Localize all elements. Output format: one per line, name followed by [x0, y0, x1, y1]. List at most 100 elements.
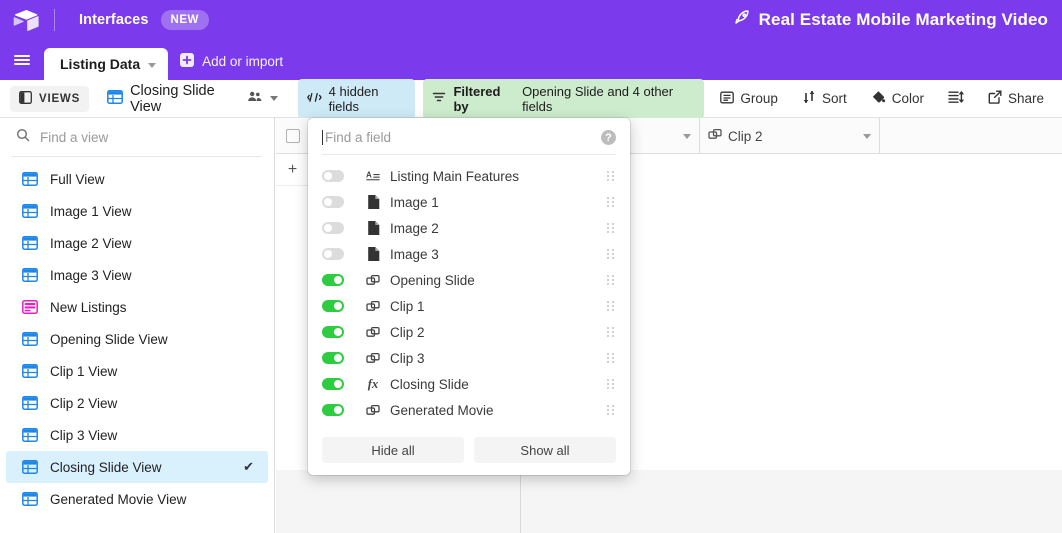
- grid-view-icon: [22, 267, 38, 283]
- drag-handle-icon[interactable]: [607, 353, 616, 363]
- field-row[interactable]: Opening Slide: [308, 267, 630, 293]
- sidebar-item-closing-slide-view[interactable]: Closing Slide View ✔: [6, 451, 268, 483]
- sidebar-item-image-2-view[interactable]: Image 2 View: [6, 227, 268, 259]
- drag-handle-icon[interactable]: [607, 249, 616, 259]
- sidebar-item-image-3-view[interactable]: Image 3 View: [6, 259, 268, 291]
- sidebar-item-label: Generated Movie View: [50, 491, 187, 507]
- field-label: Clip 1: [390, 298, 425, 314]
- field-row[interactable]: fx Closing Slide: [308, 371, 630, 397]
- color-button[interactable]: Color: [863, 85, 932, 112]
- drag-handle-icon[interactable]: [607, 223, 616, 233]
- grid-view-icon: [22, 203, 38, 219]
- new-badge: NEW: [160, 10, 209, 30]
- field-visibility-toggle[interactable]: [322, 300, 344, 312]
- sidebar-item-opening-slide-view[interactable]: Opening Slide View: [6, 323, 268, 355]
- sidebar-item-clip-3-view[interactable]: Clip 3 View: [6, 419, 268, 451]
- view-name-label: Closing Slide View: [130, 82, 215, 115]
- chevron-down-icon[interactable]: [683, 133, 691, 139]
- tab-listing-data[interactable]: Listing Data: [44, 48, 169, 80]
- drag-handle-icon[interactable]: [607, 379, 616, 389]
- field-row[interactable]: Image 3: [308, 241, 630, 267]
- field-row[interactable]: A Listing Main Features: [308, 163, 630, 189]
- people-icon: [247, 90, 263, 107]
- grid-column-clip-2[interactable]: Clip 2: [700, 118, 880, 154]
- button-field-icon: [362, 404, 384, 417]
- field-visibility-toggle[interactable]: [322, 248, 344, 260]
- field-visibility-toggle[interactable]: [322, 196, 344, 208]
- sidebar-item-full-view[interactable]: Full View: [6, 163, 268, 195]
- field-row[interactable]: Clip 3: [308, 345, 630, 371]
- grid-view-icon: [22, 491, 38, 507]
- field-row[interactable]: Generated Movie: [308, 397, 630, 423]
- field-visibility-toggle[interactable]: [322, 378, 344, 390]
- field-row[interactable]: Clip 2: [308, 319, 630, 345]
- sidebar-item-clip-2-view[interactable]: Clip 2 View: [6, 387, 268, 419]
- find-field-input[interactable]: Find a field ?: [308, 130, 630, 154]
- add-row-button[interactable]: +: [276, 154, 310, 186]
- grid-divider: [520, 470, 521, 533]
- field-label: Listing Main Features: [390, 168, 520, 184]
- field-visibility-toggle[interactable]: [322, 170, 344, 182]
- sidebar-item-label: Image 2 View: [50, 235, 132, 251]
- drag-handle-icon[interactable]: [607, 197, 616, 207]
- view-list: Full View Image 1 View Image 2 View Image 3…: [0, 157, 274, 515]
- grid-view-icon: [107, 89, 124, 109]
- sort-button[interactable]: Sort: [794, 85, 855, 112]
- drag-handle-icon[interactable]: [607, 275, 616, 285]
- rocket-icon: [733, 9, 751, 32]
- share-button[interactable]: Share: [980, 85, 1052, 112]
- hide-all-button[interactable]: Hide all: [322, 437, 464, 463]
- show-all-button[interactable]: Show all: [474, 437, 616, 463]
- chevron-down-icon[interactable]: [148, 62, 157, 68]
- chevron-down-icon[interactable]: [863, 133, 871, 139]
- grid-column-label: Clip 2: [728, 128, 763, 144]
- drag-handle-icon[interactable]: [607, 405, 616, 415]
- field-row[interactable]: Clip 1: [308, 293, 630, 319]
- find-view-placeholder: Find a view: [40, 129, 109, 145]
- field-visibility-toggle[interactable]: [322, 326, 344, 338]
- help-circle-icon[interactable]: ?: [601, 130, 616, 145]
- sidebar-item-label: Clip 1 View: [50, 363, 118, 379]
- sidebar-item-new-listings[interactable]: New Listings: [6, 291, 268, 323]
- top-header-bar: Interfaces NEW Real Estate Mobile Market…: [0, 0, 1062, 40]
- group-label: Group: [740, 91, 778, 106]
- field-row[interactable]: Image 1: [308, 189, 630, 215]
- group-icon: [720, 91, 735, 107]
- find-view-input[interactable]: Find a view: [0, 118, 274, 156]
- hidden-fields-button[interactable]: 4 hidden fields: [297, 78, 416, 119]
- filter-button[interactable]: Filtered by Opening Slide and 4 other fi…: [423, 78, 705, 119]
- sidebar-item-label: Image 1 View: [50, 203, 132, 219]
- base-title: Real Estate Mobile Marketing Video: [733, 0, 1048, 40]
- select-all-checkbox[interactable]: [276, 118, 310, 154]
- toggle-knob: [334, 380, 342, 388]
- header-divider: [54, 9, 55, 31]
- airtable-logo-icon[interactable]: [12, 6, 40, 34]
- field-label: Generated Movie: [390, 402, 494, 418]
- sidebar-item-image-1-view[interactable]: Image 1 View: [6, 195, 268, 227]
- field-visibility-toggle[interactable]: [322, 222, 344, 234]
- current-view-button[interactable]: Closing Slide View: [107, 83, 278, 115]
- sort-arrows-icon: [802, 90, 816, 107]
- field-row[interactable]: Image 2: [308, 215, 630, 241]
- field-visibility-toggle[interactable]: [322, 274, 344, 286]
- views-toggle-button[interactable]: VIEWS: [10, 85, 90, 112]
- hamburger-icon[interactable]: [0, 40, 44, 80]
- sidebar-item-generated-movie-view[interactable]: Generated Movie View: [6, 483, 268, 515]
- toggle-knob: [324, 172, 332, 180]
- interfaces-link[interactable]: Interfaces: [79, 12, 149, 28]
- sidebar-item-clip-1-view[interactable]: Clip 1 View: [6, 355, 268, 387]
- field-visibility-toggle[interactable]: [322, 352, 344, 364]
- group-button[interactable]: Group: [712, 86, 786, 112]
- row-height-button[interactable]: [940, 85, 972, 112]
- field-label: Image 3: [390, 246, 439, 262]
- chevron-down-icon[interactable]: [269, 96, 278, 101]
- drag-handle-icon[interactable]: [607, 301, 616, 311]
- drag-handle-icon[interactable]: [607, 327, 616, 337]
- sidebar-panel-icon: [19, 90, 32, 107]
- add-or-import-button[interactable]: Add or import: [168, 45, 295, 77]
- field-label: Image 1: [390, 194, 439, 210]
- drag-handle-icon[interactable]: [607, 171, 616, 181]
- field-visibility-toggle[interactable]: [322, 404, 344, 416]
- sidebar-item-label: Clip 3 View: [50, 427, 118, 443]
- button-field-icon: [362, 352, 384, 365]
